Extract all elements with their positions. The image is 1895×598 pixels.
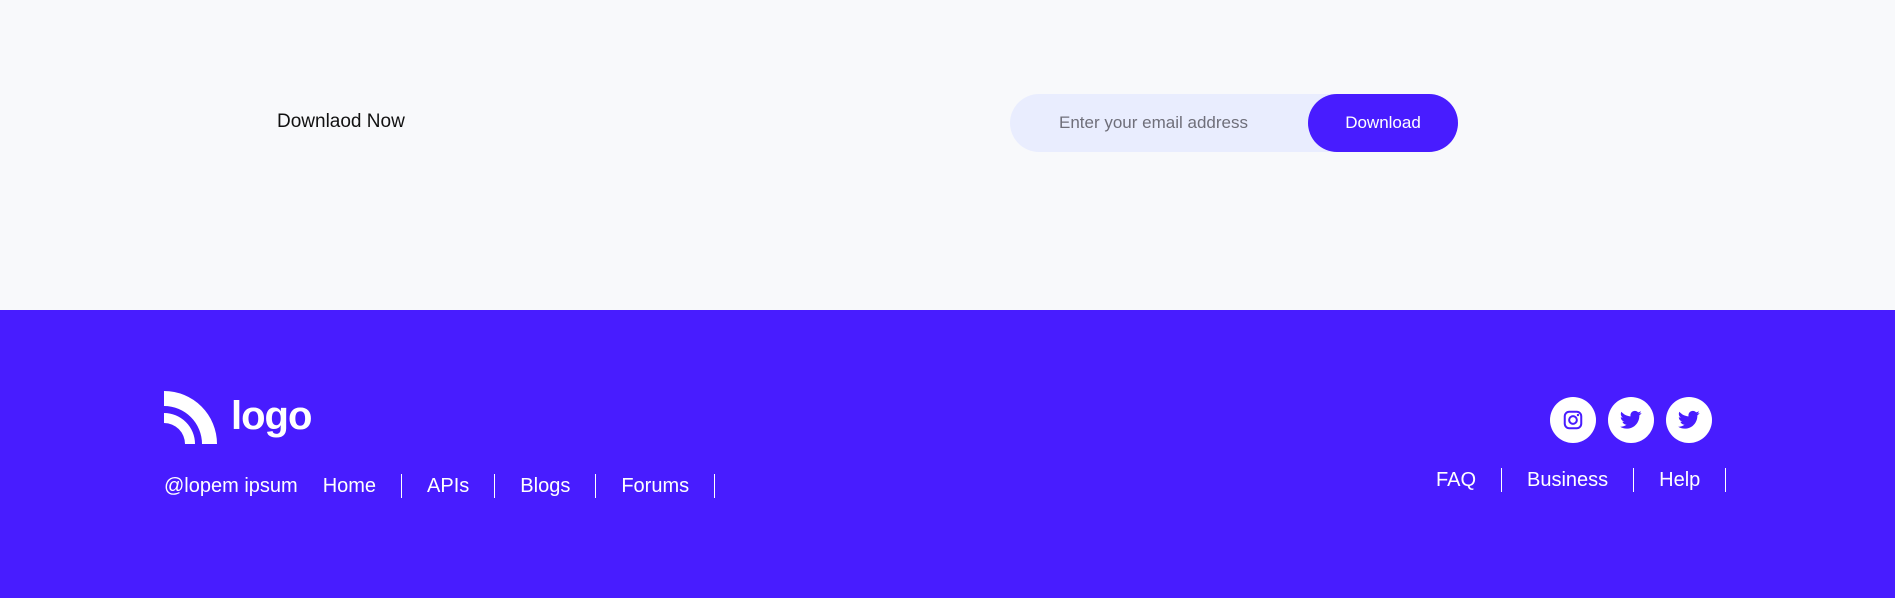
download-section: Downlaod Now Download: [0, 0, 1895, 310]
nav-link-forums[interactable]: Forums: [596, 474, 716, 498]
logo-mark-icon: [164, 391, 217, 444]
footer-nav: @lopem ipsum Home APIs Blogs Forums: [164, 473, 716, 499]
logo[interactable]: logo: [164, 390, 312, 445]
download-button[interactable]: Download: [1308, 94, 1458, 152]
twitter-icon: [1620, 410, 1642, 429]
logo-text: logo: [231, 393, 312, 438]
nav-link-business[interactable]: Business: [1502, 468, 1635, 492]
twitter-button[interactable]: [1608, 397, 1654, 443]
email-form: Download: [1010, 94, 1458, 152]
email-input[interactable]: [1010, 94, 1310, 152]
footer-secondary-nav: FAQ Business Help: [1436, 467, 1727, 493]
nav-link-blogs[interactable]: Blogs: [495, 474, 597, 498]
instagram-button[interactable]: [1550, 397, 1596, 443]
nav-link-apis[interactable]: APIs: [402, 474, 496, 498]
nav-link-help[interactable]: Help: [1634, 468, 1727, 492]
instagram-icon: [1563, 410, 1583, 430]
download-title: Downlaod Now: [277, 111, 405, 132]
social-links: [1550, 397, 1712, 443]
nav-link-home[interactable]: Home: [323, 474, 403, 498]
copyright-text: @lopem ipsum: [164, 474, 298, 497]
twitter-icon: [1678, 410, 1700, 429]
footer: logo @lopem ipsum Home APIs Blogs Forums: [0, 310, 1895, 598]
nav-link-faq[interactable]: FAQ: [1436, 468, 1503, 492]
twitter-button[interactable]: [1666, 397, 1712, 443]
